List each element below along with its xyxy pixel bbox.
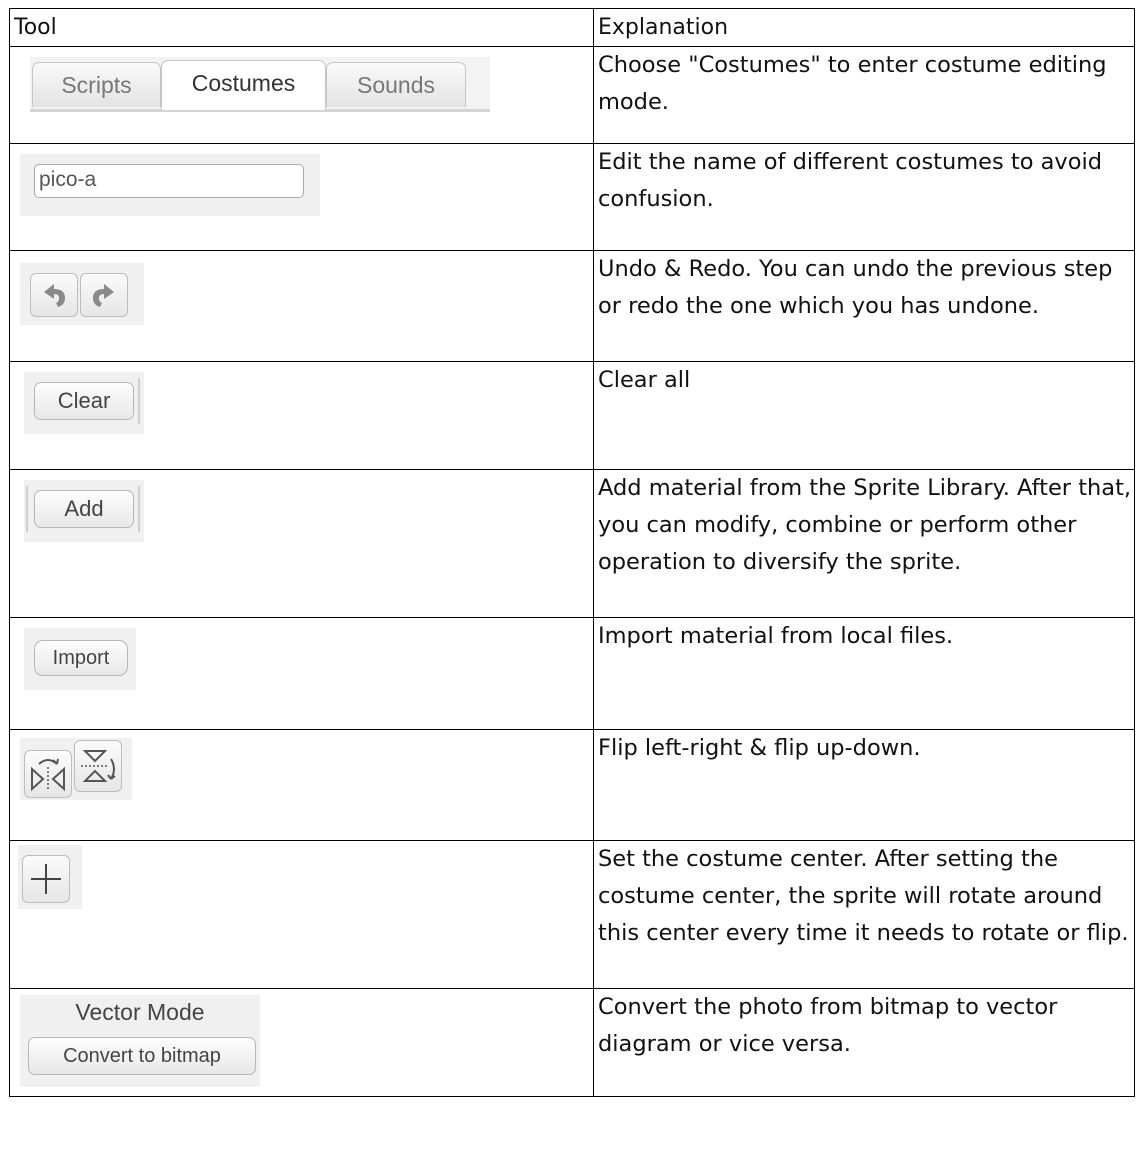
header-row: Tool Explanation <box>9 8 1135 47</box>
name-panel: pico-a <box>20 154 320 216</box>
flip-horizontal-button[interactable] <box>24 750 72 798</box>
explanation-cell: Add material from the Sprite Library. Af… <box>593 469 1135 618</box>
undo-redo-panel <box>20 263 144 325</box>
explanation-cell: Convert the photo from bitmap to vector … <box>593 988 1135 1097</box>
explanation-cell: Clear all <box>593 361 1135 470</box>
tab-costumes[interactable]: Costumes <box>161 60 326 110</box>
table-row: Set the costume center. After setting th… <box>9 840 1135 989</box>
import-panel: Import <box>24 628 136 690</box>
table-row: Flip left-right & flip up-down. <box>9 729 1135 841</box>
explanation-cell: Flip left-right & flip up-down. <box>593 729 1135 841</box>
flip-vertical-icon <box>81 750 116 782</box>
explanation-cell: Set the costume center. After setting th… <box>593 840 1135 989</box>
tab-sounds[interactable]: Sounds <box>326 62 466 107</box>
table-row: Undo & Redo. You can undo the previous s… <box>9 250 1135 362</box>
editor-tabbar: Scripts Costumes Sounds <box>30 57 490 112</box>
undo-button[interactable] <box>30 273 78 317</box>
table-row: Clear Clear all <box>9 361 1135 470</box>
import-button[interactable]: Import <box>34 640 128 676</box>
table-row: pico-a Edit the name of different costum… <box>9 143 1135 251</box>
explanation-cell: Edit the name of different costumes to a… <box>593 143 1135 251</box>
explanation-cell: Choose "Costumes" to enter costume editi… <box>593 46 1135 144</box>
tool-cell: Clear <box>9 361 594 470</box>
set-center-icon <box>31 864 61 894</box>
redo-icon <box>93 284 114 307</box>
center-panel <box>18 845 82 909</box>
table-row: Import Import material from local files. <box>9 617 1135 730</box>
tool-cell <box>9 729 594 841</box>
toolbar-separator <box>138 378 140 424</box>
undo-icon <box>44 284 65 307</box>
clear-button[interactable]: Clear <box>34 382 134 420</box>
vector-mode-panel: Vector Mode Convert to bitmap <box>20 995 260 1087</box>
tool-cell: Import <box>9 617 594 730</box>
costume-name-input[interactable]: pico-a <box>34 164 304 198</box>
add-panel: Add <box>24 480 144 542</box>
flip-horizontal-icon <box>31 758 65 792</box>
explanation-cell: Undo & Redo. You can undo the previous s… <box>593 250 1135 362</box>
tool-cell <box>9 840 594 989</box>
clear-panel: Clear <box>24 372 144 434</box>
tool-cell: pico-a <box>9 143 594 251</box>
table-row: Vector Mode Convert to bitmap Convert th… <box>9 988 1135 1097</box>
tool-cell <box>9 250 594 362</box>
set-center-button[interactable] <box>22 855 70 903</box>
tool-cell: Vector Mode Convert to bitmap <box>9 988 594 1097</box>
tool-cell: Scripts Costumes Sounds <box>9 46 594 144</box>
tool-column-header: Tool <box>9 8 594 47</box>
flip-panel <box>20 738 132 800</box>
add-button[interactable]: Add <box>34 490 134 528</box>
table-row: Scripts Costumes Sounds Choose "Costumes… <box>9 46 1135 144</box>
toolbar-separator <box>26 486 28 532</box>
table-row: Add Add material from the Sprite Library… <box>9 469 1135 618</box>
tab-scripts[interactable]: Scripts <box>32 62 161 107</box>
convert-to-bitmap-button[interactable]: Convert to bitmap <box>28 1037 256 1075</box>
redo-button[interactable] <box>80 273 128 317</box>
toolbar-separator <box>138 486 140 532</box>
flip-vertical-button[interactable] <box>74 740 122 792</box>
explanation-cell: Import material from local files. <box>593 617 1135 730</box>
tools-table: Tool Explanation Scripts Costumes Sounds… <box>9 8 1135 1097</box>
vector-mode-label: Vector Mode <box>75 999 205 1025</box>
tool-cell: Add <box>9 469 594 618</box>
explanation-column-header: Explanation <box>593 8 1135 47</box>
